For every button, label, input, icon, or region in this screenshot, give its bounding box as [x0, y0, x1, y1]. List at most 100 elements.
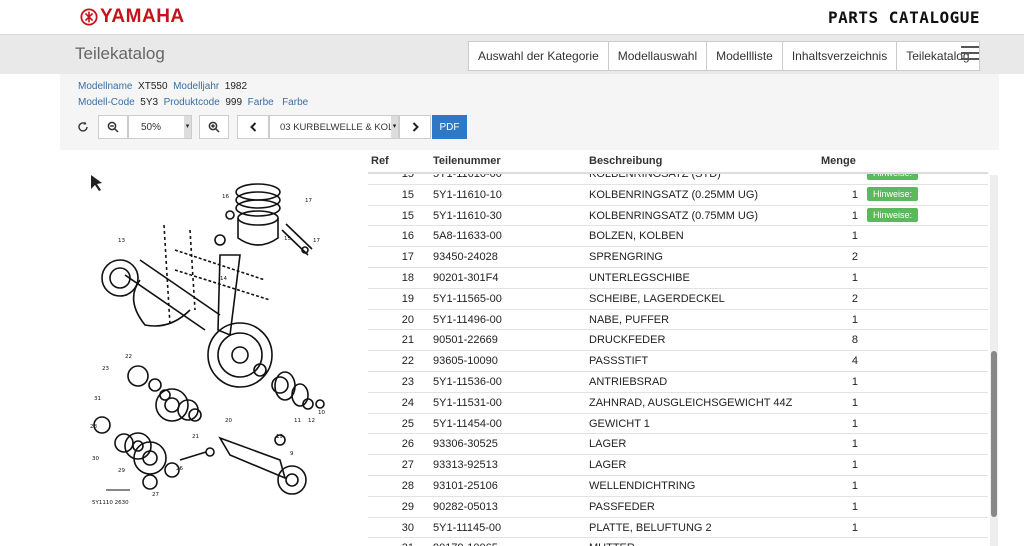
svg-text:17: 17 [313, 238, 320, 244]
table-row[interactable]: 30 5Y1-11145-00 PLATTE, BELUFTUNG 21 [368, 518, 988, 539]
svg-text:12: 12 [308, 418, 315, 424]
color-value: Farbe [282, 97, 309, 108]
svg-text:28: 28 [90, 424, 97, 430]
diagram-caption: 5Y1110 2630 [92, 500, 129, 506]
row-quantity: 8 [851, 334, 858, 347]
tab-model-selection[interactable]: Modellauswahl [608, 41, 708, 71]
row-quantity: 1 [851, 188, 858, 201]
toolbar: 50% ▾ 03 KURBELWELLE & KOLBEN ▾ PDF [73, 115, 493, 139]
row-quantity: 1 [851, 230, 858, 243]
table-row[interactable]: 25 5Y1-11454-00 GEWICHT 11 [368, 414, 988, 435]
notes-badge[interactable]: Hinweise: [867, 207, 919, 222]
row-quantity: 2 [851, 292, 858, 305]
model-name-row: Modellname XT550 Modelljahr 1982 [78, 81, 247, 92]
product-code-label: Produktcode [163, 97, 220, 108]
row-quantity: 1 [851, 417, 858, 430]
row-quantity: 1 [851, 209, 858, 222]
row-quantity: 2 [851, 251, 858, 264]
svg-text:26: 26 [176, 466, 183, 472]
svg-text:20: 20 [225, 418, 232, 424]
zoom-in-icon [208, 121, 220, 133]
row-description: MUTTER [589, 542, 635, 546]
table-header: Ref Teilenummer Beschreibung Menge [368, 150, 988, 174]
row-quantity: 1 [851, 438, 858, 451]
table-row[interactable]: 15 5Y1-11610-10 KOLBENRINGSATZ (0.25MM UG)… [368, 185, 988, 206]
previous-section-button[interactable] [237, 115, 269, 139]
model-code-row: Modell-Code 5Y3 Produktcode 999 Farbe Fa… [78, 97, 308, 108]
quantity-header[interactable]: Menge [821, 155, 856, 167]
table-row[interactable]: 16 5A8-11633-00 BOLZEN, KOLBEN 1 [368, 226, 988, 248]
hamburger-menu-icon[interactable] [961, 46, 979, 60]
chevron-left-icon [249, 122, 256, 132]
part-number-header[interactable]: Teilenummer [433, 155, 501, 167]
tab-table-of-contents[interactable]: Inhaltsverzeichnis [782, 41, 898, 71]
svg-text:10: 10 [318, 410, 325, 416]
product-code-value: 999 [225, 97, 243, 108]
row-quantity: 1 [851, 459, 858, 472]
table-row[interactable]: 26 93306-30525 LAGER 1 [368, 434, 988, 456]
notes-badge[interactable]: Hinweise: [867, 186, 919, 201]
table-row[interactable]: 28 93101-25106 WELLENDICHTRING 1 [368, 476, 988, 497]
svg-text:22: 22 [125, 354, 132, 360]
cursor-icon [91, 175, 102, 191]
svg-text:23: 23 [102, 366, 109, 372]
table-body: 155Y1-11610-00KOLBENRINGSATZ (STD)Hinwei… [368, 164, 988, 546]
tab-model-list[interactable]: Modellliste [707, 41, 783, 71]
model-year-value: 1982 [224, 81, 248, 92]
svg-text:14: 14 [220, 276, 227, 282]
zoom-in-button[interactable] [199, 115, 229, 139]
table-row[interactable]: 19 5Y1-11565-00 SCHEIBE, LAGERDECKEL 2 [368, 289, 988, 310]
table-row[interactable]: 29 90282-05013 PASSFEDER 1 [368, 497, 988, 518]
row-quantity: 1 [851, 271, 858, 284]
scrollbar-thumb[interactable] [991, 351, 997, 517]
table-row[interactable]: 22 93605-10090 PASSSTIFT 4 [368, 351, 988, 372]
refresh-icon[interactable] [73, 115, 93, 139]
svg-text:19: 19 [276, 434, 283, 440]
table-row[interactable]: 27 93313-92513 LAGER 1 [368, 455, 988, 476]
svg-text:30: 30 [92, 456, 99, 462]
zoom-out-button[interactable] [98, 115, 128, 139]
scrollbar[interactable] [990, 175, 998, 546]
table-row[interactable]: 31 90179-10065 MUTTER [368, 538, 988, 546]
row-ref: 31 [368, 542, 414, 546]
pdf-button[interactable]: PDF [432, 115, 467, 139]
table-row[interactable]: 18 90201-301F4 UNTERLEGSCHIBE 1 [368, 268, 988, 289]
next-section-button[interactable] [399, 115, 431, 139]
model-code-value: 5Y3 [140, 97, 159, 108]
exploded-parts-diagram[interactable]: 16 17 13 14 15 17 22 23 31 28 30 29 26 21 20 11 12 1… [80, 160, 340, 510]
row-quantity: 1 [851, 313, 858, 326]
section-select[interactable]: 03 KURBELWELLE & KOLBEN ▾ [269, 115, 399, 139]
chevron-right-icon [412, 122, 419, 132]
table-row[interactable]: 17 93450-24028 SPRENGRING 2 [368, 247, 988, 268]
row-quantity: 1 [851, 500, 858, 513]
chevron-down-icon: ▾ [184, 116, 191, 138]
model-code-label: Modell-Code [78, 97, 135, 108]
row-quantity: 1 [851, 396, 858, 409]
model-name-label: Modellname [78, 81, 133, 92]
zoom-level-select[interactable]: 50% ▾ [128, 115, 192, 139]
navbar: Teilekatalog Auswahl der Kategorie Model… [0, 34, 1024, 74]
model-info-panel: Modellname XT550 Modelljahr 1982 Modell-… [60, 74, 999, 150]
svg-text:31: 31 [94, 396, 101, 402]
table-row[interactable]: 21 90501-22669 DRUCKFEDER 8 [368, 330, 988, 352]
row-quantity: 1 [851, 375, 858, 388]
row-quantity: 1 [851, 521, 858, 534]
description-header[interactable]: Beschreibung [589, 155, 662, 167]
table-row[interactable]: 24 5Y1-11531-00 ZAHNRAD, AUSGLEICHSGEWICHT… [368, 393, 988, 414]
yamaha-logo-text: YAMAHA [100, 6, 185, 27]
tab-category-selection[interactable]: Auswahl der Kategorie [468, 41, 609, 71]
svg-text:17: 17 [305, 198, 312, 204]
page-title: Teilekatalog [75, 44, 165, 63]
table-row[interactable]: 20 5Y1-11496-00 NABE, PUFFER 1 [368, 310, 988, 331]
svg-text:27: 27 [152, 492, 159, 498]
row-quantity: 1 [851, 479, 858, 492]
svg-text:11: 11 [294, 418, 301, 424]
crankshaft-piston-diagram: 161713 1415 17 222331 283029 262120 11 121… [90, 175, 325, 506]
svg-text:13: 13 [118, 238, 125, 244]
section-select-value: 03 KURBELWELLE & KOLBEN [280, 121, 398, 133]
table-row[interactable]: 15 5Y1-11610-30 KOLBENRINGSATZ (0.75MM UG)… [368, 206, 988, 227]
ref-header[interactable]: Ref [371, 155, 389, 167]
row-quantity: 4 [851, 355, 858, 368]
yamaha-logo[interactable]: YAMAHA [80, 6, 185, 28]
table-row[interactable]: 23 5Y1-11536-00 ANTRIEBSRAD 1 [368, 372, 988, 393]
